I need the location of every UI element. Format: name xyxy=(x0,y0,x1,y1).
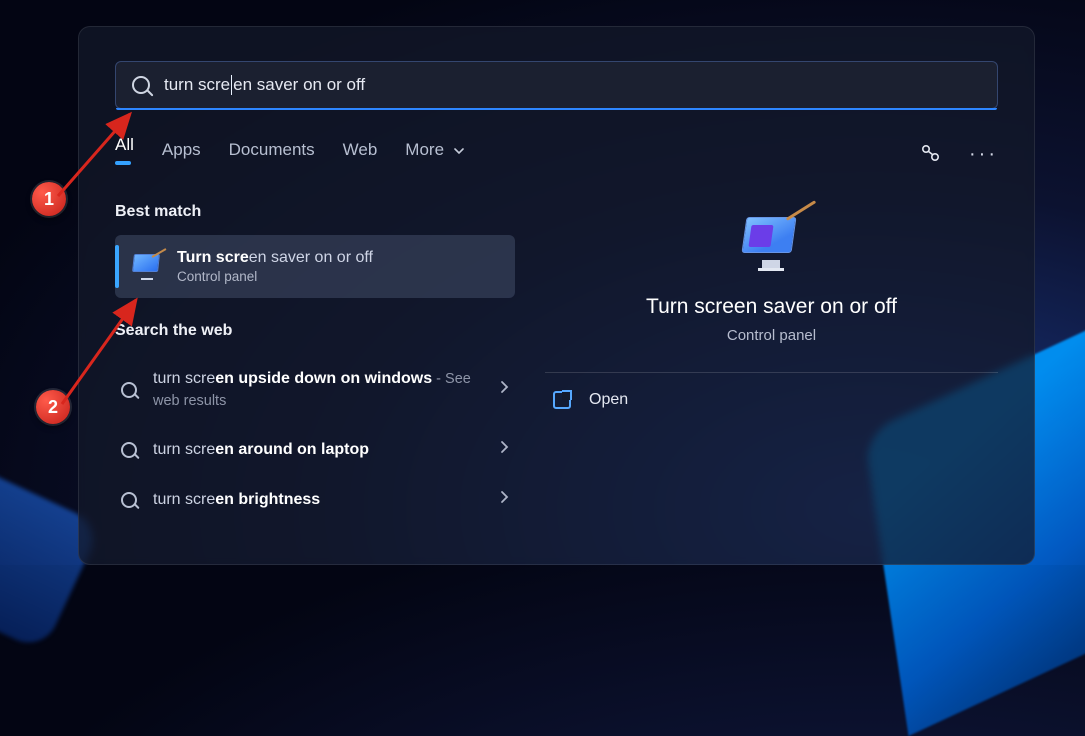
tab-more-label: More xyxy=(405,140,444,159)
annotation-step-1: 1 xyxy=(32,182,66,216)
best-match-title-bold: Turn scre xyxy=(177,249,249,266)
screensaver-icon xyxy=(131,254,163,280)
web-result-0[interactable]: turn screen upside down on windows - See… xyxy=(115,354,515,425)
search-icon xyxy=(121,382,137,398)
results-column: Best match Turn screen saver on or off C… xyxy=(115,203,515,524)
web-result-2[interactable]: turn screen brightness xyxy=(115,475,515,525)
tab-active-underline xyxy=(115,161,131,165)
text-cursor xyxy=(231,75,232,95)
search-text: turn screen saver on or off xyxy=(164,75,365,96)
more-options-button[interactable]: ··· xyxy=(969,143,998,166)
search-web-heading: Search the web xyxy=(115,322,515,340)
open-label: Open xyxy=(589,391,628,409)
best-match-subtitle: Control panel xyxy=(177,269,373,284)
search-text-after: en saver on or off xyxy=(233,75,365,94)
best-match-result[interactable]: Turn screen saver on or off Control pane… xyxy=(115,235,515,298)
chevron-right-icon xyxy=(499,490,509,509)
open-external-icon xyxy=(553,391,571,409)
search-input[interactable]: turn screen saver on or off xyxy=(115,61,998,109)
tab-documents[interactable]: Documents xyxy=(229,140,315,168)
tab-web[interactable]: Web xyxy=(343,140,378,168)
account-org-button[interactable] xyxy=(919,143,941,165)
preview-column: Turn screen saver on or off Control pane… xyxy=(545,203,998,524)
tab-documents-label: Documents xyxy=(229,140,315,159)
search-icon xyxy=(121,442,137,458)
best-match-heading: Best match xyxy=(115,203,515,221)
tab-web-label: Web xyxy=(343,140,378,159)
chevron-down-icon xyxy=(453,145,465,157)
organization-icon xyxy=(919,143,941,165)
start-search-panel: turn screen saver on or off All Apps Doc… xyxy=(78,26,1035,565)
tab-apps[interactable]: Apps xyxy=(162,140,201,168)
search-text-before: turn scre xyxy=(164,75,230,94)
web-result-text: turn screen around on laptop xyxy=(153,439,369,461)
best-match-title-rest: en saver on or off xyxy=(249,249,373,266)
open-action[interactable]: Open xyxy=(545,373,998,427)
tab-all[interactable]: All xyxy=(115,135,134,173)
web-result-text: turn screen brightness xyxy=(153,489,320,511)
preview-title: Turn screen saver on or off xyxy=(545,295,998,319)
tab-apps-label: Apps xyxy=(162,140,201,159)
web-result-1[interactable]: turn screen around on laptop xyxy=(115,425,515,475)
chevron-right-icon xyxy=(499,440,509,459)
filter-tabs: All Apps Documents Web More ··· xyxy=(115,135,998,173)
search-icon xyxy=(121,492,137,508)
preview-subtitle: Control panel xyxy=(545,327,998,344)
screensaver-icon-large xyxy=(738,213,806,273)
annotation-step-2: 2 xyxy=(36,390,70,424)
tab-more[interactable]: More xyxy=(405,140,464,168)
best-match-title: Turn screen saver on or off xyxy=(177,249,373,267)
chevron-right-icon xyxy=(499,380,509,399)
web-result-text: turn screen upside down on windows - See… xyxy=(153,368,499,411)
search-icon xyxy=(132,76,150,94)
tab-all-label: All xyxy=(115,135,134,154)
